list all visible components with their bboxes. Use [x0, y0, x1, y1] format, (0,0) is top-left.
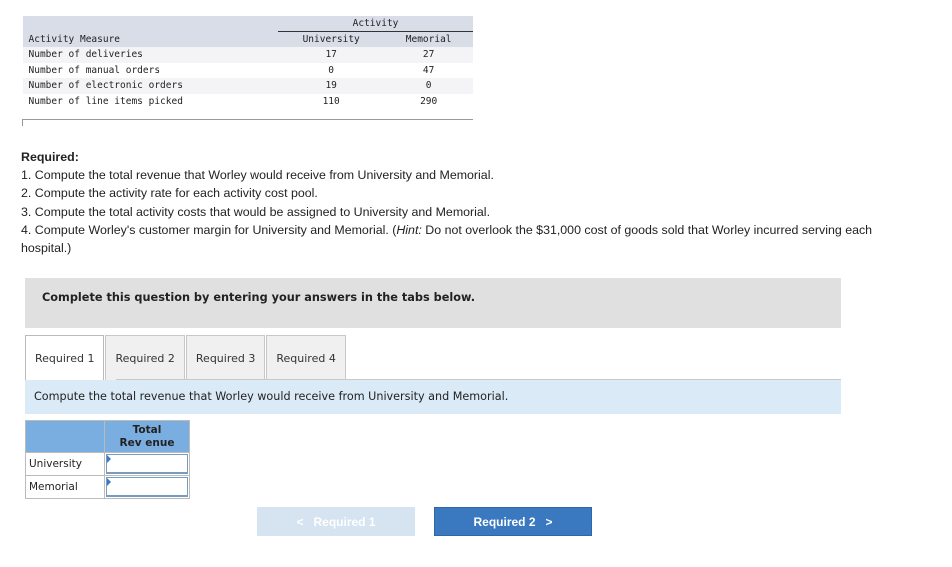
- tab-required-2[interactable]: Required 2: [105, 335, 185, 380]
- column-header-university: University: [278, 31, 385, 47]
- activity-group-header: Activity: [278, 16, 473, 32]
- table-row: Number of line items picked 110 290: [22, 93, 473, 109]
- column-header-memorial: Memorial: [384, 31, 473, 47]
- chevron-right-icon: >: [545, 514, 553, 529]
- value-cell: 19: [278, 78, 385, 94]
- measure-label: Number of manual orders: [22, 62, 279, 78]
- input-marker-icon: [107, 455, 111, 463]
- value-cell: 0: [384, 78, 473, 94]
- required-item-4: 4. Compute Worley's customer margin for …: [21, 222, 873, 256]
- chevron-left-icon: <: [296, 514, 304, 529]
- activity-table: Activity Activity Measure University Mem…: [22, 16, 473, 126]
- tab-required-1[interactable]: Required 1: [25, 335, 105, 381]
- required-item-3: 3. Compute the total activity costs that…: [21, 204, 491, 219]
- answer-row: Memorial: [25, 475, 190, 499]
- memorial-revenue-input[interactable]: [106, 477, 188, 497]
- table-row: Number of manual orders 0 47: [22, 62, 473, 78]
- value-cell: 47: [384, 62, 473, 78]
- next-required-button[interactable]: Required 2 >: [434, 507, 592, 536]
- required-title: Required:: [21, 150, 79, 164]
- university-revenue-input[interactable]: [106, 454, 188, 474]
- answer-table: Total Rev enue University Memorial: [25, 420, 190, 499]
- table-row: Number of electronic orders 19 0: [22, 78, 473, 94]
- value-cell: 110: [278, 93, 385, 109]
- tab-bar: Required 1 Required 2 Required 3 Require…: [25, 335, 347, 381]
- input-marker-icon: [107, 478, 111, 486]
- row-label-memorial: Memorial: [25, 475, 105, 499]
- row-label-university: University: [25, 452, 105, 476]
- value-cell: 17: [278, 47, 385, 63]
- value-cell: 290: [384, 93, 473, 109]
- required-item-1: 1. Compute the total revenue that Worley…: [21, 168, 494, 183]
- value-cell: 0: [278, 62, 385, 78]
- hint-label: Hint:: [396, 222, 422, 237]
- table-scrollbar[interactable]: [22, 118, 473, 126]
- tab-required-3[interactable]: Required 3: [185, 335, 266, 380]
- question-prompt: Compute the total revenue that Worley wo…: [25, 380, 841, 414]
- tab-required-4[interactable]: Required 4: [266, 335, 346, 380]
- required-section: Required: 1. Compute the total revenue t…: [21, 148, 921, 257]
- instruction-banner: Complete this question by entering your …: [25, 278, 841, 328]
- prev-required-button[interactable]: < Required 1: [257, 507, 415, 536]
- table-row: Number of deliveries 17 27: [22, 47, 473, 63]
- measure-label: Number of deliveries: [22, 47, 279, 63]
- value-cell: 27: [384, 47, 473, 63]
- total-revenue-header: Total Rev enue: [104, 420, 190, 453]
- answer-row: University: [25, 452, 190, 476]
- required-item-2: 2. Compute the activity rate for each ac…: [21, 186, 318, 201]
- measure-label: Number of line items picked: [22, 93, 279, 109]
- measure-header: Activity Measure: [22, 31, 279, 47]
- measure-label: Number of electronic orders: [22, 78, 279, 94]
